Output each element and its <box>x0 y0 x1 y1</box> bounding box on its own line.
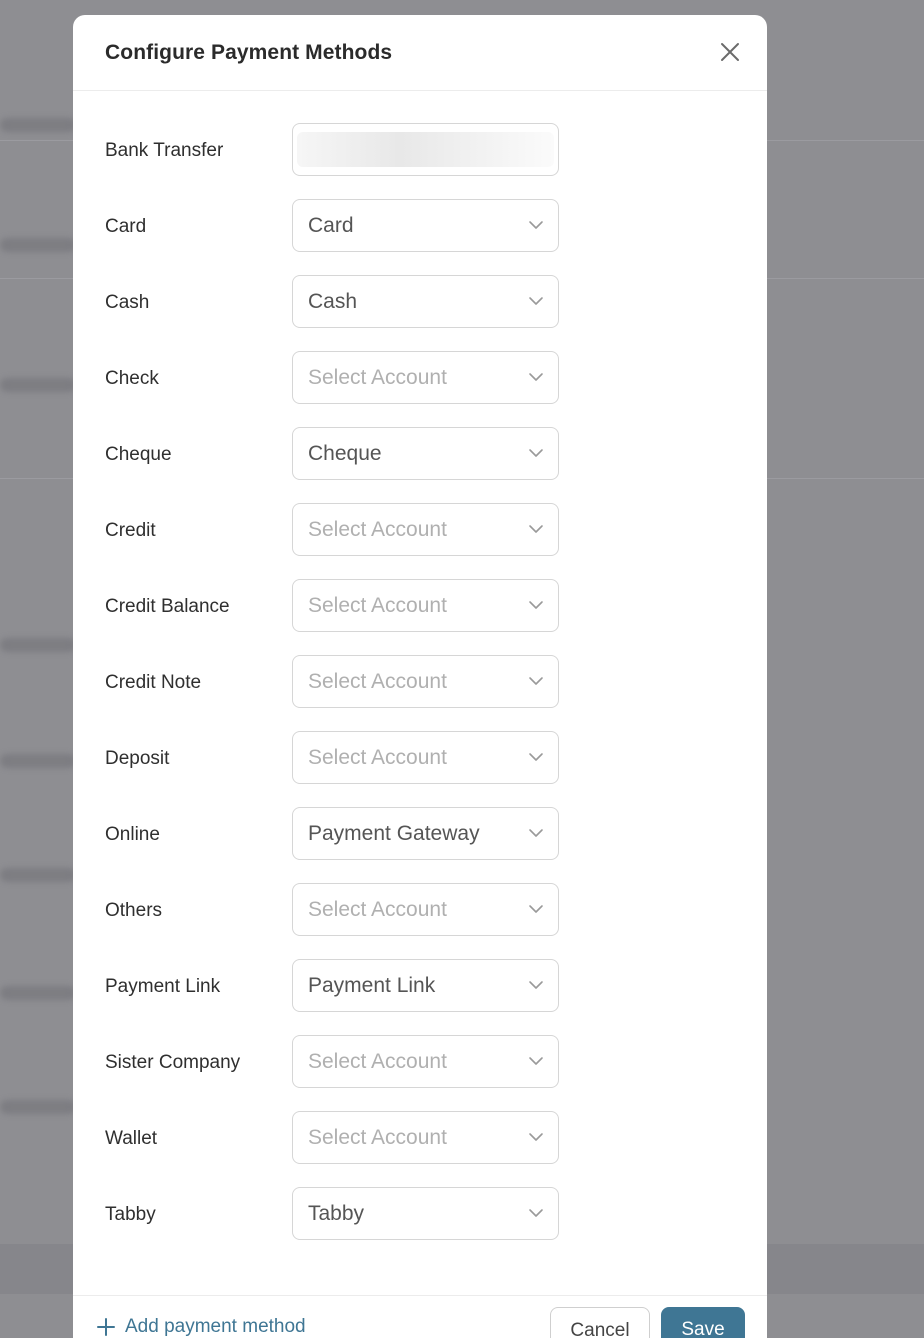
account-select-payment-link[interactable]: Payment Link <box>292 959 559 1012</box>
account-select-sister-company[interactable]: Select Account <box>292 1035 559 1088</box>
backdrop-blurred-text <box>0 1100 76 1114</box>
select-value: Cash <box>308 290 358 313</box>
chevron-down-icon <box>529 905 543 913</box>
backdrop-blurred-text <box>0 238 76 252</box>
payment-method-label: Card <box>105 216 147 237</box>
payment-method-label: Sister Company <box>105 1052 241 1073</box>
chevron-down-icon <box>529 829 543 837</box>
payment-method-row-tabby: Tabby Tabby <box>73 1187 767 1263</box>
select-value: Tabby <box>308 1202 365 1225</box>
select-placeholder: Select Account <box>308 366 447 389</box>
modal-title: Configure Payment Methods <box>105 41 393 64</box>
select-placeholder: Select Account <box>308 670 447 693</box>
payment-method-row-deposit: Deposit Select Account <box>73 731 767 807</box>
account-select-cash[interactable]: Cash <box>292 275 559 328</box>
chevron-down-icon <box>529 221 543 229</box>
payment-method-label: Wallet <box>105 1128 158 1149</box>
payment-method-row-cheque: Cheque Cheque <box>73 427 767 503</box>
select-placeholder: Select Account <box>308 1126 447 1149</box>
payment-method-row-bank-transfer: Bank Transfer <box>73 123 767 199</box>
payment-method-row-credit: Credit Select Account <box>73 503 767 579</box>
account-select-credit-note[interactable]: Select Account <box>292 655 559 708</box>
payment-method-label: Payment Link <box>105 976 221 997</box>
payment-method-row-cash: Cash Cash <box>73 275 767 351</box>
select-placeholder: Select Account <box>308 898 447 921</box>
payment-method-row-card: Card Card <box>73 199 767 275</box>
plus-icon <box>97 1318 115 1336</box>
payment-method-label: Credit Balance <box>105 596 230 617</box>
account-select-credit-balance[interactable]: Select Account <box>292 579 559 632</box>
account-select-tabby[interactable]: Tabby <box>292 1187 559 1240</box>
select-placeholder: Select Account <box>308 746 447 769</box>
account-select-others[interactable]: Select Account <box>292 883 559 936</box>
account-select-credit[interactable]: Select Account <box>292 503 559 556</box>
chevron-down-icon <box>529 1209 543 1217</box>
account-select-check[interactable]: Select Account <box>292 351 559 404</box>
close-button[interactable] <box>719 41 741 63</box>
chevron-down-icon <box>529 373 543 381</box>
chevron-down-icon <box>529 1133 543 1141</box>
chevron-down-icon <box>529 677 543 685</box>
close-icon <box>721 43 739 61</box>
loading-skeleton <box>297 132 554 167</box>
backdrop-blurred-text <box>0 986 76 1000</box>
backdrop-blurred-text <box>0 638 76 652</box>
payment-method-label: Cash <box>105 292 150 313</box>
backdrop-blurred-text <box>0 118 76 132</box>
backdrop-blurred-text <box>0 868 76 882</box>
account-select-online[interactable]: Payment Gateway <box>292 807 559 860</box>
account-select-wallet[interactable]: Select Account <box>292 1111 559 1164</box>
payment-method-row-payment-link: Payment Link Payment Link <box>73 959 767 1035</box>
account-select-cheque[interactable]: Cheque <box>292 427 559 480</box>
chevron-down-icon <box>529 297 543 305</box>
chevron-down-icon <box>529 449 543 457</box>
chevron-down-icon <box>529 1057 543 1065</box>
payment-method-row-credit-balance: Credit Balance Select Account <box>73 579 767 655</box>
payment-method-row-check: Check Select Account <box>73 351 767 427</box>
payment-method-label: Cheque <box>105 444 172 465</box>
payment-method-row-others: Others Select Account <box>73 883 767 959</box>
select-value: Card <box>308 214 354 237</box>
cancel-button[interactable]: Cancel <box>550 1307 650 1338</box>
modal-header: Configure Payment Methods <box>73 15 767 91</box>
add-payment-method-button[interactable]: Add payment method <box>97 1316 306 1338</box>
payment-method-row-sister-company: Sister Company Select Account <box>73 1035 767 1111</box>
payment-method-label: Tabby <box>105 1204 156 1225</box>
select-placeholder: Select Account <box>308 594 447 617</box>
select-value: Payment Gateway <box>308 822 480 845</box>
account-select-deposit[interactable]: Select Account <box>292 731 559 784</box>
backdrop-blurred-text <box>0 378 76 392</box>
payment-method-label: Others <box>105 900 163 921</box>
payment-method-label: Online <box>105 824 160 845</box>
modal-footer: Add payment method Cancel Save <box>73 1295 767 1338</box>
payment-method-row-wallet: Wallet Select Account <box>73 1111 767 1187</box>
chevron-down-icon <box>529 753 543 761</box>
chevron-down-icon <box>529 981 543 989</box>
payment-method-label: Deposit <box>105 748 170 769</box>
payment-method-list: Bank Transfer Card Card Cash Cash Check Select… <box>73 123 767 1263</box>
account-select-card[interactable]: Card <box>292 199 559 252</box>
backdrop-blurred-text <box>0 754 76 768</box>
select-placeholder: Select Account <box>308 1050 447 1073</box>
payment-method-label: Credit Note <box>105 672 202 693</box>
select-value: Payment Link <box>308 974 436 997</box>
select-placeholder: Select Account <box>308 518 447 541</box>
payment-method-row-online: Online Payment Gateway <box>73 807 767 883</box>
payment-method-label: Check <box>105 368 159 389</box>
payment-method-label: Credit <box>105 520 156 541</box>
chevron-down-icon <box>529 525 543 533</box>
add-payment-method-label: Add payment method <box>125 1316 306 1337</box>
configure-payment-methods-modal: Configure Payment Methods Bank Transfer C… <box>73 15 767 1338</box>
chevron-down-icon <box>529 601 543 609</box>
payment-method-row-credit-note: Credit Note Select Account <box>73 655 767 731</box>
payment-method-label: Bank Transfer <box>105 140 224 161</box>
save-button[interactable]: Save <box>661 1307 745 1338</box>
select-value: Cheque <box>308 442 382 465</box>
account-select-bank-transfer[interactable] <box>292 123 559 176</box>
